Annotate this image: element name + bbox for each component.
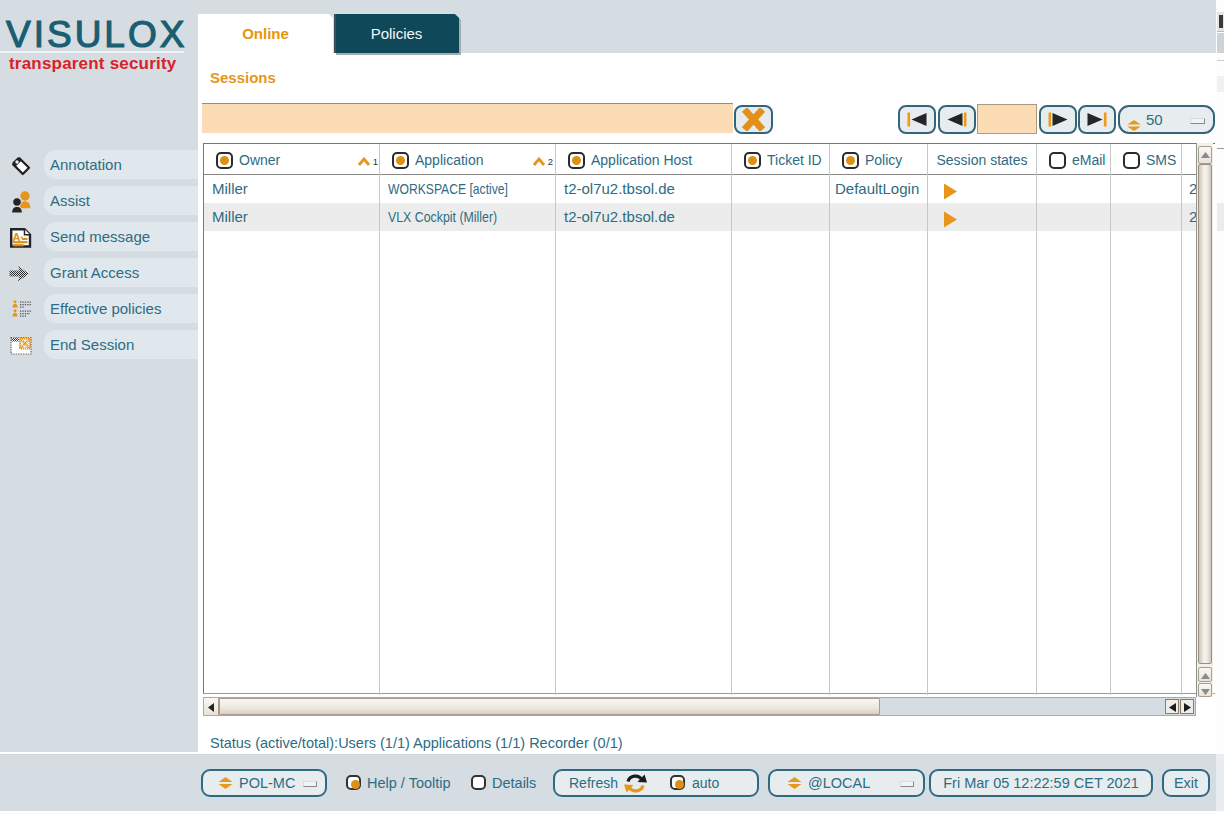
svg-text:A: A xyxy=(12,231,20,243)
